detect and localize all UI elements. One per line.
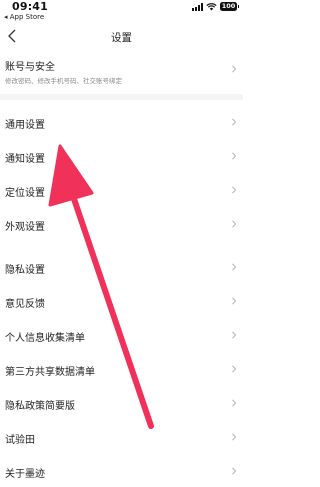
- settings-item-label: 通用设置: [5, 120, 45, 131]
- settings-item-notification[interactable]: 通知设置: [0, 141, 243, 171]
- chevron-right-icon: [232, 331, 237, 339]
- nav-bar: 设置: [0, 24, 243, 50]
- status-icons: 100: [192, 2, 239, 11]
- settings-item-third-party-data-list[interactable]: 第三方共享数据清单: [0, 354, 243, 384]
- status-time: 09:41: [12, 0, 49, 13]
- chevron-right-icon: [232, 297, 237, 305]
- signal-icon: [192, 2, 203, 11]
- settings-item-label: 第三方共享数据清单: [5, 367, 95, 378]
- settings-item-account-security[interactable]: 账号与安全 修改密码、修改手机号码、社交账号绑定: [0, 55, 243, 89]
- settings-item-test-field[interactable]: 试验田: [0, 422, 243, 452]
- settings-item-label: 个人信息收集清单: [5, 333, 85, 344]
- chevron-right-icon: [232, 118, 237, 126]
- chevron-right-icon: [232, 152, 237, 160]
- settings-item-label: 隐私政策简要版: [5, 401, 75, 412]
- chevron-right-icon: [232, 65, 237, 73]
- settings-item-label: 关于墨迹: [5, 469, 45, 480]
- battery-icon: 100: [220, 2, 239, 11]
- settings-item-general[interactable]: 通用设置: [0, 107, 243, 137]
- settings-item-privacy[interactable]: 隐私设置: [0, 252, 243, 282]
- status-bar: 09:41 ◂ App Store 100: [0, 0, 243, 22]
- settings-item-label: 通知设置: [5, 154, 45, 165]
- settings-item-about[interactable]: 关于墨迹: [0, 456, 243, 486]
- chevron-right-icon: [232, 220, 237, 228]
- settings-item-label: 外观设置: [5, 222, 45, 233]
- settings-item-label: 意见反馈: [5, 299, 45, 310]
- chevron-right-icon: [232, 186, 237, 194]
- settings-item-label: 定位设置: [5, 188, 45, 199]
- chevron-right-icon: [232, 263, 237, 271]
- settings-item-subtitle: 修改密码、修改手机号码、社交账号绑定: [5, 77, 122, 85]
- settings-item-location[interactable]: 定位设置: [0, 175, 243, 205]
- settings-item-appearance[interactable]: 外观设置: [0, 209, 243, 239]
- settings-item-label: 账号与安全: [5, 62, 55, 73]
- settings-item-label: 隐私设置: [5, 265, 45, 276]
- chevron-right-icon: [232, 399, 237, 407]
- back-to-app-store[interactable]: ◂ App Store: [4, 13, 44, 21]
- wifi-icon: [206, 2, 217, 10]
- page-title: 设置: [111, 32, 132, 44]
- settings-item-feedback[interactable]: 意见反馈: [0, 286, 243, 316]
- settings-item-privacy-policy-brief[interactable]: 隐私政策简要版: [0, 388, 243, 418]
- section-divider: [0, 94, 243, 100]
- settings-item-label: 试验田: [5, 435, 35, 446]
- chevron-right-icon: [232, 433, 237, 441]
- chevron-right-icon: [232, 365, 237, 373]
- chevron-right-icon: [232, 467, 237, 475]
- settings-item-personal-info-list[interactable]: 个人信息收集清单: [0, 320, 243, 350]
